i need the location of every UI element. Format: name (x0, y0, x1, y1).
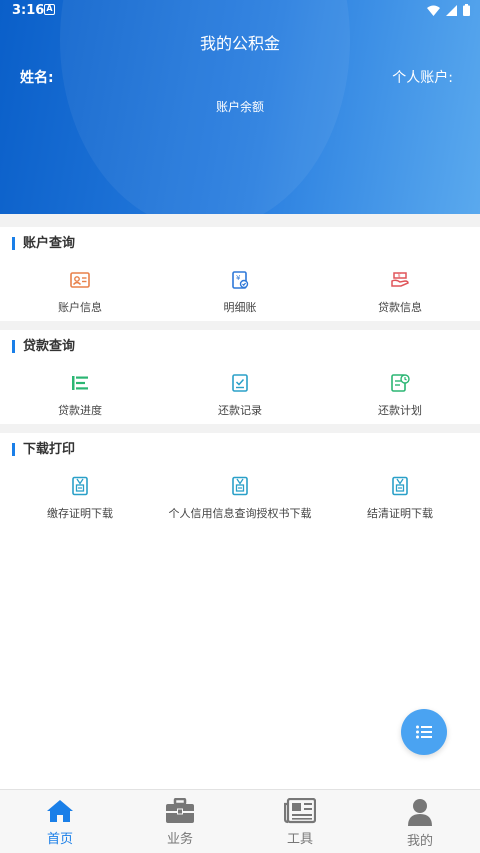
home-icon (47, 800, 73, 822)
svg-text:¥: ¥ (236, 274, 241, 282)
signal-icon (446, 4, 457, 16)
certificate-icon (232, 476, 248, 496)
record-icon (232, 374, 248, 392)
section-title: 贷款查询 (12, 340, 75, 353)
menu-item-settlement-certificate[interactable]: 结清证明下载 (320, 475, 480, 521)
balance-label: 账户余额 (215, 100, 264, 114)
tab-label: 业务 (166, 832, 193, 847)
person-icon (408, 799, 432, 826)
tab-label: 工具 (286, 832, 313, 847)
menu-item-repayment-plan[interactable]: 还款计划 (320, 372, 480, 418)
system-icons (427, 4, 470, 16)
menu-item-label: 个人信用信息查询授权书下载 (168, 507, 312, 520)
certificate-icon (392, 476, 408, 496)
menu-item-label: 贷款信息 (378, 301, 422, 314)
progress-list-icon (72, 376, 88, 390)
status-bar: 3:16 A (0, 0, 480, 22)
name-label: 姓名: (20, 70, 54, 86)
tab-tools[interactable]: 工具 (240, 790, 360, 853)
tab-label: 我的 (406, 834, 433, 849)
section-loan-query: 贷款查询 贷款进度 还款记录 还款计划 (0, 330, 480, 424)
newspaper-icon (284, 798, 316, 824)
tab-label: 首页 (46, 832, 73, 847)
tab-business[interactable]: 业务 (120, 790, 240, 853)
certificate-icon (72, 476, 88, 496)
id-card-icon (70, 272, 90, 288)
section-title: 下载打印 (12, 443, 75, 456)
menu-item-label: 贷款进度 (58, 404, 102, 417)
menu-item-label: 还款计划 (378, 404, 422, 417)
battery-icon (463, 4, 470, 16)
menu-item-loan-progress[interactable]: 贷款进度 (0, 372, 160, 418)
status-time: 3:16 (12, 3, 45, 18)
list-icon (416, 725, 432, 739)
menu-item-loan-info[interactable]: ¥ 贷款信息 (320, 269, 480, 315)
tab-home[interactable]: 首页 (0, 790, 120, 853)
wifi-icon (427, 5, 440, 16)
account-summary-header: 3:16 A 我的公积金 姓名: 个人账户: 账户余额 (0, 0, 480, 214)
bottom-tab-bar: 首页 业务 工具 我的 (0, 789, 480, 853)
svg-text:¥: ¥ (398, 273, 401, 279)
menu-item-label: 还款记录 (218, 404, 262, 417)
menu-item-label: 缴存证明下载 (47, 507, 113, 520)
account-label: 个人账户: (392, 70, 453, 86)
ledger-icon: ¥ (232, 271, 249, 289)
menu-item-account-info[interactable]: 账户信息 (0, 269, 160, 315)
menu-item-label: 明细账 (223, 301, 257, 314)
loan-info-icon: ¥ (391, 272, 409, 287)
menu-item-label: 账户信息 (58, 301, 102, 314)
section-account-query: 账户查询 账户信息 ¥ 明细账 ¥ 贷款信息 (0, 227, 480, 321)
notification-icon: A (44, 4, 55, 15)
tab-mine[interactable]: 我的 (360, 790, 480, 853)
menu-fab-button[interactable] (401, 709, 447, 755)
menu-item-deposit-certificate[interactable]: 缴存证明下载 (0, 475, 160, 521)
section-title: 账户查询 (12, 237, 75, 250)
menu-item-label: 结清证明下载 (367, 507, 433, 520)
page-title: 我的公积金 (199, 34, 280, 53)
plan-clock-icon (391, 374, 410, 392)
menu-item-ledger[interactable]: ¥ 明细账 (160, 269, 320, 315)
briefcase-icon (166, 798, 194, 823)
menu-item-repayment-record[interactable]: 还款记录 (160, 372, 320, 418)
menu-item-credit-authorization[interactable]: 个人信用信息查询授权书下载 (160, 475, 320, 521)
